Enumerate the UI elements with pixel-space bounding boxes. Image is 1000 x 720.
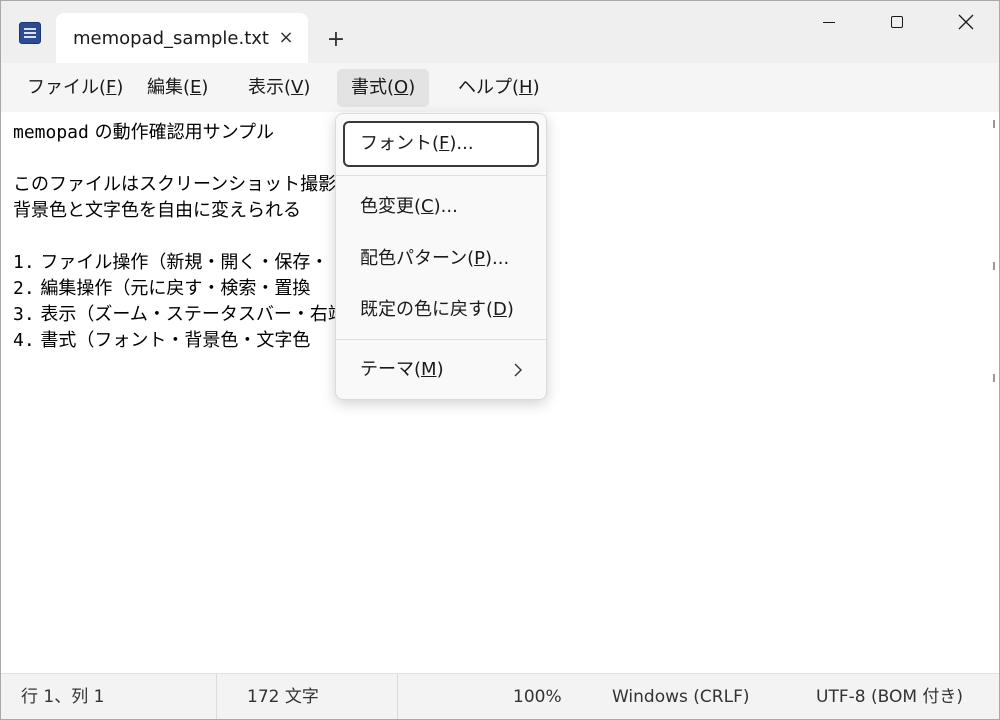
menu-view[interactable]: 表示(V) xyxy=(234,69,324,107)
tab-title: memopad_sample.txt xyxy=(73,28,269,49)
status-zoom[interactable]: 100% xyxy=(513,674,562,719)
document-tab[interactable]: memopad_sample.txt × xyxy=(56,13,308,63)
chevron-right-icon xyxy=(514,363,522,377)
menu-file[interactable]: ファイル(F) xyxy=(13,69,137,107)
menu-help[interactable]: ヘルプ(H) xyxy=(444,69,554,107)
menu-item-theme[interactable]: テーマ(M) xyxy=(343,347,539,393)
vertical-scrollbar[interactable] xyxy=(985,112,999,672)
status-char-count: 172 文字 xyxy=(247,687,319,707)
editor-line-3: このファイルはスクリーンショット撮影用 xyxy=(13,174,355,195)
minimize-icon xyxy=(823,22,835,23)
menu-edit[interactable]: 編集(E) xyxy=(133,69,222,107)
status-encoding[interactable]: UTF-8 (BOM 付き) xyxy=(816,674,963,719)
status-line-ending[interactable]: Windows (CRLF) xyxy=(612,674,750,719)
editor-line-7: 2. 編集操作（元に戻す・検索・置換 xyxy=(13,278,311,299)
menu-separator xyxy=(336,339,546,340)
maximize-icon xyxy=(891,16,903,28)
close-icon xyxy=(958,14,974,30)
editor-line-8: 3. 表示（ズーム・ステータスバー・右端 xyxy=(13,304,346,325)
menu-separator xyxy=(336,175,546,176)
menu-item-font[interactable]: フォント(F)... xyxy=(343,121,539,167)
maximize-button[interactable] xyxy=(867,1,927,47)
title-bar: memopad_sample.txt × + xyxy=(1,1,999,63)
editor-line-9: 4. 書式（フォント・背景色・文字色 xyxy=(13,330,311,351)
menu-bar: ファイル(F) 編集(E) 表示(V) 書式(O) ヘルプ(H) xyxy=(1,63,999,112)
minimize-button[interactable] xyxy=(799,1,859,47)
format-menu-dropdown: フォント(F)... 色変更(C)... 配色パターン(P)... 既定の色に戻… xyxy=(335,113,547,400)
new-tab-icon[interactable]: + xyxy=(323,27,349,53)
menu-item-reset-colors[interactable]: 既定の色に戻す(D) xyxy=(343,287,539,333)
close-window-button[interactable] xyxy=(936,1,996,47)
notepad-app-icon xyxy=(19,22,41,44)
menu-item-color-pattern[interactable]: 配色パターン(P)... xyxy=(343,236,539,282)
status-bar: 行 1、列 1 172 文字 100% Windows (CRLF) UTF-8… xyxy=(1,673,999,719)
status-cursor-position: 行 1、列 1 xyxy=(21,687,105,707)
close-tab-icon[interactable]: × xyxy=(275,27,297,49)
menu-format[interactable]: 書式(O) xyxy=(337,69,430,107)
editor-line-6: 1. ファイル操作（新規・開く・保存・ xyxy=(13,252,329,273)
editor-line-1: memopad の動作確認用サンプル xyxy=(13,122,275,143)
app-window: memopad_sample.txt × + ファイル(F) 編集(E) 表示(… xyxy=(0,0,1000,720)
menu-item-change-color[interactable]: 色変更(C)... xyxy=(343,184,539,230)
editor-line-4: 背景色と文字色を自由に変えられる xyxy=(13,200,301,221)
